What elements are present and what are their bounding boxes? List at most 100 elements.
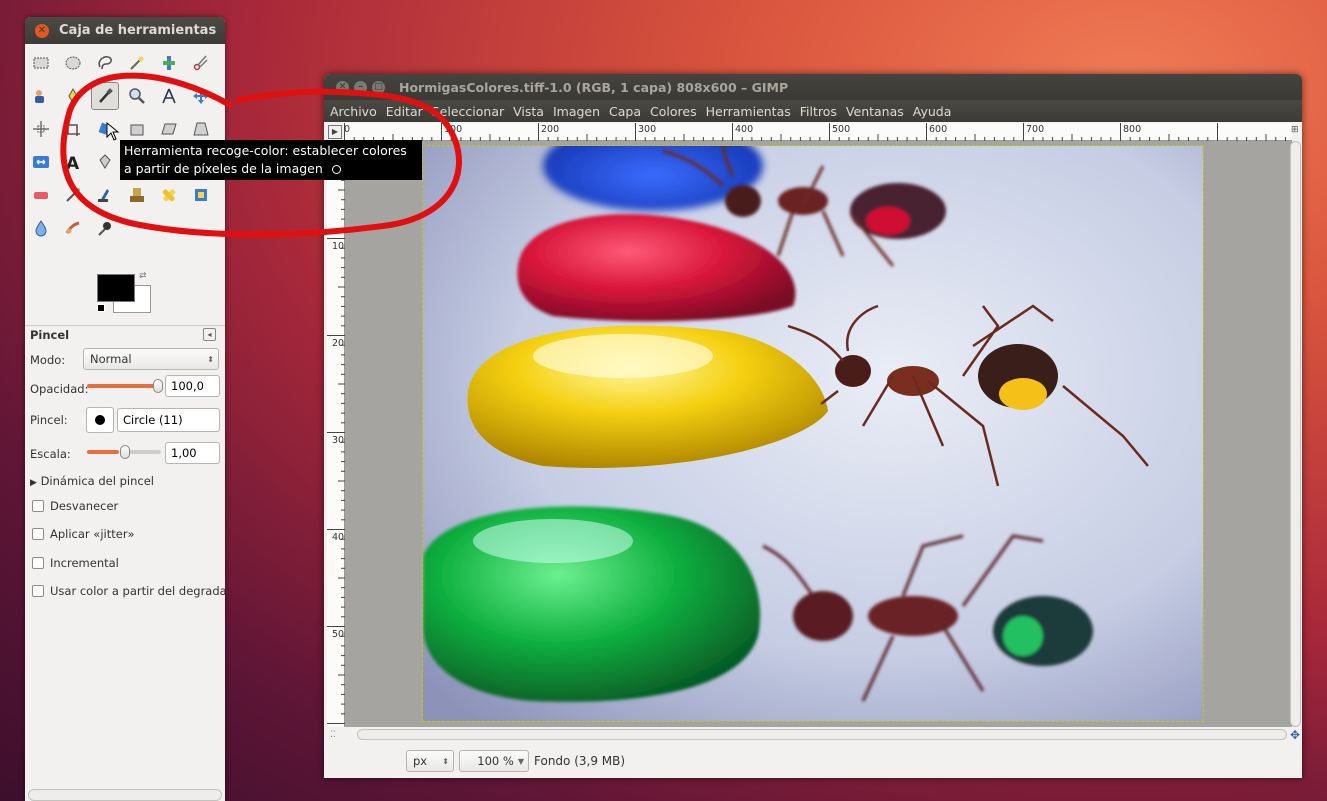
flip-tool-icon[interactable] (27, 148, 55, 176)
bucket-fill-tool-icon[interactable] (91, 148, 119, 176)
ruler-h-label: 100 (444, 124, 463, 135)
paths-tool-icon[interactable] (59, 82, 87, 110)
tooltip: Herramienta recoge-color: establecer col… (120, 140, 422, 180)
airbrush-tool-icon[interactable] (59, 181, 87, 209)
default-colors-icon[interactable] (97, 304, 105, 312)
ellipse-select-tool-icon[interactable] (59, 49, 87, 77)
zoom-fit-toggle-icon[interactable]: ⁚⁚ (330, 730, 336, 740)
align-tool-icon[interactable] (27, 115, 55, 143)
maximize-icon[interactable]: □ (372, 80, 385, 94)
jitter-checkbox[interactable] (32, 528, 44, 540)
opacity-slider-fill (87, 384, 155, 388)
navigate-icon[interactable]: ⊞ (1291, 125, 1301, 137)
select-by-color-tool-icon[interactable] (155, 49, 183, 77)
vertical-ruler[interactable]: 100 200 300 400 500 (327, 141, 351, 727)
fg-bg-color-selector[interactable]: ⇄ (97, 271, 157, 319)
lasso-tool-icon[interactable] (91, 49, 119, 77)
scale-slider-knob[interactable] (120, 445, 130, 459)
heal-tool-icon[interactable] (155, 181, 183, 209)
menu-seleccionar[interactable]: Seleccionar (432, 104, 504, 119)
navigation-icon[interactable]: ✥ (1290, 728, 1300, 742)
brush-dynamics-expander[interactable]: ▶ Dinámica del pincel (30, 474, 154, 488)
brush-preview-button[interactable] (86, 407, 114, 433)
incremental-checkbox[interactable] (32, 557, 44, 569)
vertical-scrollbar[interactable] (1290, 141, 1301, 727)
scale-tool-icon[interactable] (123, 115, 151, 143)
move-tool-icon[interactable] (187, 82, 215, 110)
eraser-tool-icon[interactable] (27, 181, 55, 209)
menu-colores[interactable]: Colores (650, 104, 697, 119)
text-tool-icon[interactable]: A (59, 148, 87, 176)
horizontal-ruler[interactable]: 0 100 200 300 400 500 600 700 800 (344, 123, 1292, 141)
brush-name-field[interactable]: Circle (11) (117, 408, 220, 432)
scissors-tool-icon[interactable] (187, 49, 215, 77)
perspective-tool-icon[interactable] (187, 115, 215, 143)
toolbox-titlebar: ✕ Caja de herramientas (25, 17, 225, 44)
ruler-h-label: 700 (1026, 124, 1045, 135)
tooltip-line-2: a partir de píxeles de la imagen (124, 160, 418, 178)
foreground-color-swatch[interactable] (97, 274, 135, 302)
brush-circle-icon (95, 415, 105, 425)
close-icon[interactable]: ✕ (35, 23, 49, 38)
clone-tool-icon[interactable] (123, 181, 151, 209)
rect-select-tool-icon[interactable] (27, 49, 55, 77)
menu-ventanas[interactable]: Ventanas (846, 104, 904, 119)
opacity-slider-knob[interactable] (153, 379, 163, 393)
close-icon[interactable]: ✕ (336, 80, 349, 94)
swap-colors-icon[interactable]: ⇄ (139, 271, 147, 281)
image-window-title: HormigasColores.tiff-1.0 (RGB, 1 capa) 8… (399, 79, 789, 95)
perspective-clone-tool-icon[interactable] (187, 181, 215, 209)
horizontal-ruler-ticks (344, 123, 1286, 141)
blur-tool-icon[interactable] (27, 214, 55, 242)
toolbox-horizontal-scrollbar[interactable] (28, 789, 222, 801)
brush-value: Circle (11) (123, 413, 183, 427)
menubar: Archivo Editar Seleccionar Vista Imagen … (324, 100, 1302, 122)
ruler-v-label: 300 (332, 435, 351, 446)
shear-tool-icon[interactable] (155, 115, 183, 143)
mouse-pointer-icon (106, 122, 120, 141)
gradient-color-checkbox[interactable] (32, 585, 44, 597)
foreground-select-tool-icon[interactable] (27, 82, 55, 110)
fade-checkbox[interactable] (32, 500, 44, 512)
scale-slider[interactable] (87, 445, 161, 459)
opacity-value: 100,0 (171, 379, 204, 393)
menu-vista[interactable]: Vista (513, 104, 544, 119)
statusbar: px ⬍ 100 % ▼ Fondo (3,9 MB) (324, 744, 1302, 778)
ink-tool-icon[interactable] (91, 181, 119, 209)
color-picker-tool-icon[interactable] (91, 82, 119, 110)
mode-value: Normal (90, 352, 132, 366)
combo-arrows-icon: ⬍ (442, 756, 449, 766)
image-canvas[interactable] (422, 145, 1204, 722)
menu-imagen[interactable]: Imagen (553, 104, 600, 119)
canvas-area[interactable] (345, 141, 1292, 727)
quick-mask-toggle-icon[interactable]: ▶ (328, 125, 342, 139)
scale-slider-fill (87, 450, 119, 454)
unit-combo[interactable]: px ⬍ (406, 750, 454, 772)
menu-editar[interactable]: Editar (386, 104, 423, 119)
crop-tool-icon[interactable] (59, 115, 87, 143)
minimize-icon[interactable]: – (354, 80, 367, 94)
mode-combo[interactable]: Normal ⬍ (83, 348, 219, 370)
ants-photo (423, 146, 1203, 721)
opacity-spinbutton[interactable]: 100,0 (165, 375, 220, 397)
menu-ayuda[interactable]: Ayuda (913, 104, 952, 119)
incremental-label: Incremental (50, 556, 119, 570)
smudge-tool-icon[interactable] (59, 214, 87, 242)
dodge-burn-tool-icon[interactable] (91, 214, 119, 242)
options-menu-icon[interactable]: ◂ (203, 328, 216, 341)
help-marker-icon (331, 165, 341, 174)
scale-value: 1,00 (171, 446, 197, 460)
ruler-v-label: 400 (332, 532, 351, 543)
menu-capa[interactable]: Capa (609, 104, 641, 119)
menu-filtros[interactable]: Filtros (800, 104, 837, 119)
menu-archivo[interactable]: Archivo (330, 104, 377, 119)
gradient-color-label: Usar color a partir del degradado (50, 584, 225, 598)
zoom-tool-icon[interactable] (123, 82, 151, 110)
measure-tool-icon[interactable] (155, 82, 183, 110)
scale-spinbutton[interactable]: 1,00 (165, 442, 220, 464)
fuzzy-select-tool-icon[interactable] (123, 49, 151, 77)
zoom-combo[interactable]: 100 % ▼ (459, 750, 529, 772)
opacity-slider[interactable] (87, 379, 163, 393)
menu-herramientas[interactable]: Herramientas (706, 104, 791, 119)
horizontal-scrollbar[interactable] (357, 729, 1287, 740)
